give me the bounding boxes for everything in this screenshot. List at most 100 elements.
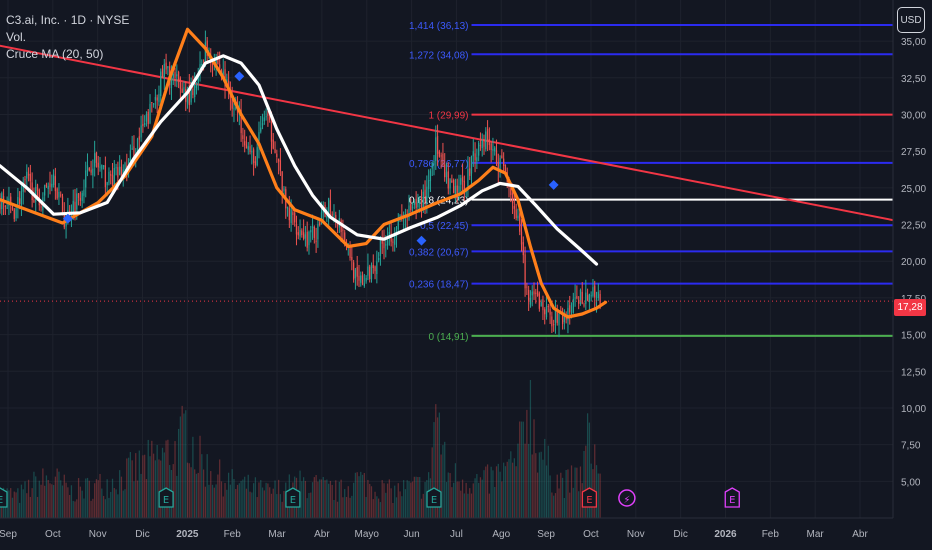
volume-bar [97, 480, 99, 518]
candle-body [422, 191, 424, 209]
candle-body [503, 158, 505, 167]
candle-body [117, 167, 119, 178]
candle-body [108, 171, 110, 183]
volume-bar [376, 496, 378, 518]
volume-bar [363, 473, 365, 518]
y-tick-label: 22,50 [901, 221, 926, 232]
candle-body [201, 63, 203, 65]
x-tick-label: 2025 [176, 529, 199, 540]
candle-body [290, 209, 292, 223]
volume-indicator-label[interactable]: Vol. [6, 29, 129, 46]
candle-body [165, 62, 167, 70]
candle-body [276, 153, 278, 157]
candle-body [302, 232, 305, 239]
volume-bar [240, 480, 242, 518]
volume-bar [558, 488, 560, 518]
candle-body [361, 275, 364, 285]
volume-bar [578, 491, 580, 518]
candle-body [553, 324, 555, 326]
volume-bar [319, 479, 321, 518]
volume-bar [163, 452, 165, 518]
candle-body [417, 201, 419, 208]
chart-grid [0, 0, 893, 518]
volume-bar [313, 477, 315, 518]
y-tick-label: 7,50 [901, 441, 921, 452]
candle-body [586, 295, 589, 301]
volume-bar [158, 459, 160, 518]
volume-bar [260, 480, 262, 518]
fib-level-label: 0,382 (20,67) [409, 247, 469, 258]
volume-bar [197, 472, 199, 518]
x-tick-label: Dic [135, 529, 149, 540]
y-tick-label: 10,00 [901, 404, 926, 415]
volume-bar [220, 481, 223, 518]
volume-bar [270, 493, 273, 518]
volume-bar [413, 476, 415, 518]
candle-body [363, 283, 365, 287]
volume-bar [152, 453, 155, 518]
volume-bar [494, 486, 496, 518]
candle-body [488, 139, 490, 146]
candle-body [449, 179, 451, 189]
candle-body [124, 163, 126, 171]
volume-bar [279, 494, 282, 518]
candle-body [445, 172, 448, 178]
volume-bar [119, 470, 121, 518]
candle-body [292, 212, 294, 216]
volume-bar [454, 463, 457, 518]
y-tick-label: 20,00 [901, 257, 926, 268]
candle-body [47, 186, 49, 190]
volume-bar [488, 493, 490, 518]
candle-body [311, 226, 314, 229]
candle-body [295, 224, 298, 235]
candle-body [72, 200, 74, 214]
candle-body [95, 152, 98, 163]
volume-bar [277, 479, 280, 518]
candle-body [288, 208, 290, 221]
ma-cross-indicator-label[interactable]: Cruce MA (20, 50) [6, 46, 129, 63]
volume-bar [52, 485, 55, 518]
candle-body [456, 185, 458, 200]
volume-bar [560, 472, 562, 518]
candle-body [313, 226, 315, 238]
candle-body [513, 205, 515, 209]
volume-bar [397, 483, 399, 518]
candle-body [265, 116, 267, 118]
candle-body [442, 153, 444, 166]
fib-level-label: 0,786 (26,77) [409, 159, 469, 170]
volume-bar [42, 468, 44, 518]
volume-bar [194, 469, 196, 518]
fibonacci-levels: 1,618 (38,69)1,414 (36,13)1,272 (34,08)1… [409, 21, 893, 343]
candle-body [326, 216, 328, 218]
candle-body [97, 162, 99, 168]
price-chart[interactable]: 1,618 (38,69)1,414 (36,13)1,272 (34,08)1… [0, 0, 932, 550]
candle-body [161, 68, 164, 78]
y-tick-label: 5,00 [901, 477, 921, 488]
candle-body [11, 207, 14, 210]
volume-bar [392, 502, 394, 518]
currency-button[interactable]: USD [897, 7, 925, 33]
candle-body [195, 85, 198, 88]
y-tick-label: 15,00 [901, 331, 926, 342]
candle-body [152, 103, 155, 105]
candle-body [279, 160, 282, 171]
volume-bar [33, 471, 35, 518]
volume-bar [144, 454, 146, 518]
x-tick-label: Oct [45, 529, 61, 540]
volume-bar [45, 475, 48, 518]
volume-bar [217, 474, 219, 518]
x-tick-label: Abr [852, 529, 868, 540]
candle-body [485, 131, 487, 150]
volume-bar [233, 478, 235, 518]
volume-bar [367, 479, 369, 518]
volume-bar [536, 472, 539, 518]
candle-body [576, 296, 578, 299]
candle-body [0, 204, 1, 210]
volume-bar [69, 494, 71, 518]
volume-bar [306, 498, 308, 518]
symbol-title[interactable]: C3.ai, Inc. · 1D · NYSE [6, 12, 129, 29]
volume-bar [267, 483, 269, 518]
volume-bar [583, 450, 585, 518]
volume-bar [92, 498, 94, 518]
candle-body [461, 176, 464, 182]
